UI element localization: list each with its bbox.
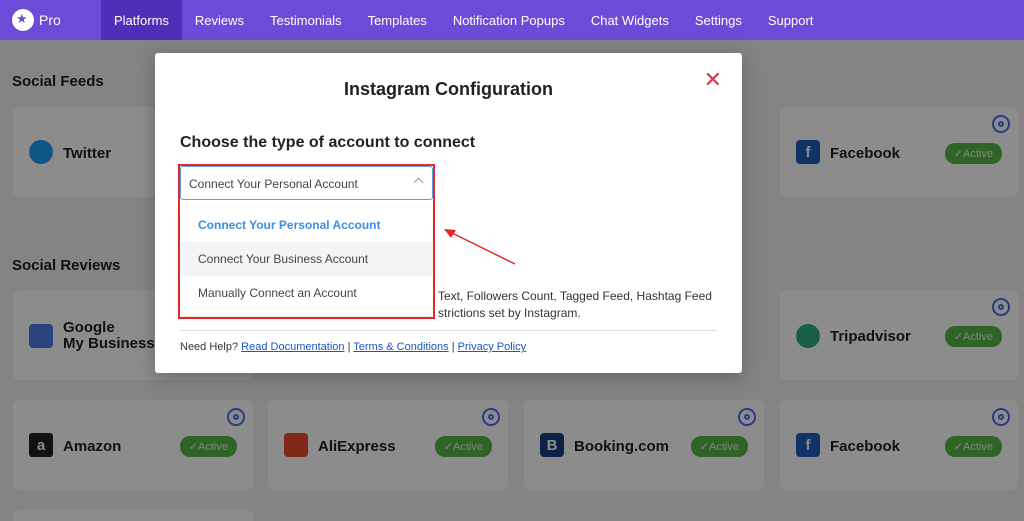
account-type-label: Choose the type of account to connect [180,134,476,151]
nav-item-support[interactable]: Support [755,0,827,40]
nav-item-settings[interactable]: Settings [682,0,755,40]
nav-item-testimonials[interactable]: Testimonials [257,0,355,40]
annotation-arrow [444,229,516,265]
close-icon[interactable]: ✕ [704,69,722,91]
nav-item-reviews[interactable]: Reviews [182,0,257,40]
brand[interactable]: Pro [0,0,101,40]
description-line-1: Text, Followers Count, Tagged Feed, Hash… [438,289,712,303]
nav-item-notification-popups[interactable]: Notification Popups [440,0,578,40]
nav-menu: Platforms Reviews Testimonials Templates… [101,0,826,40]
highlight-frame [178,164,435,319]
divider [180,330,717,331]
privacy-policy-link[interactable]: Privacy Policy [458,341,526,353]
modal-title: Instagram Configuration [343,79,553,99]
separator: | [451,341,455,353]
nav-item-templates[interactable]: Templates [355,0,440,40]
help-links: Need Help? Read Documentation | Terms & … [180,341,526,353]
description-line-2: strictions set by Instagram. [438,306,581,320]
nav-item-chat-widgets[interactable]: Chat Widgets [578,0,682,40]
top-navigation: Pro Platforms Reviews Testimonials Templ… [0,0,1024,40]
nav-item-platforms[interactable]: Platforms [101,0,182,40]
help-prefix: Need Help? [180,341,239,353]
brand-name: Pro [39,12,61,28]
separator: | [347,341,351,353]
brand-logo-icon [12,9,34,31]
documentation-link[interactable]: Read Documentation [241,341,344,353]
terms-link[interactable]: Terms & Conditions [353,341,448,353]
